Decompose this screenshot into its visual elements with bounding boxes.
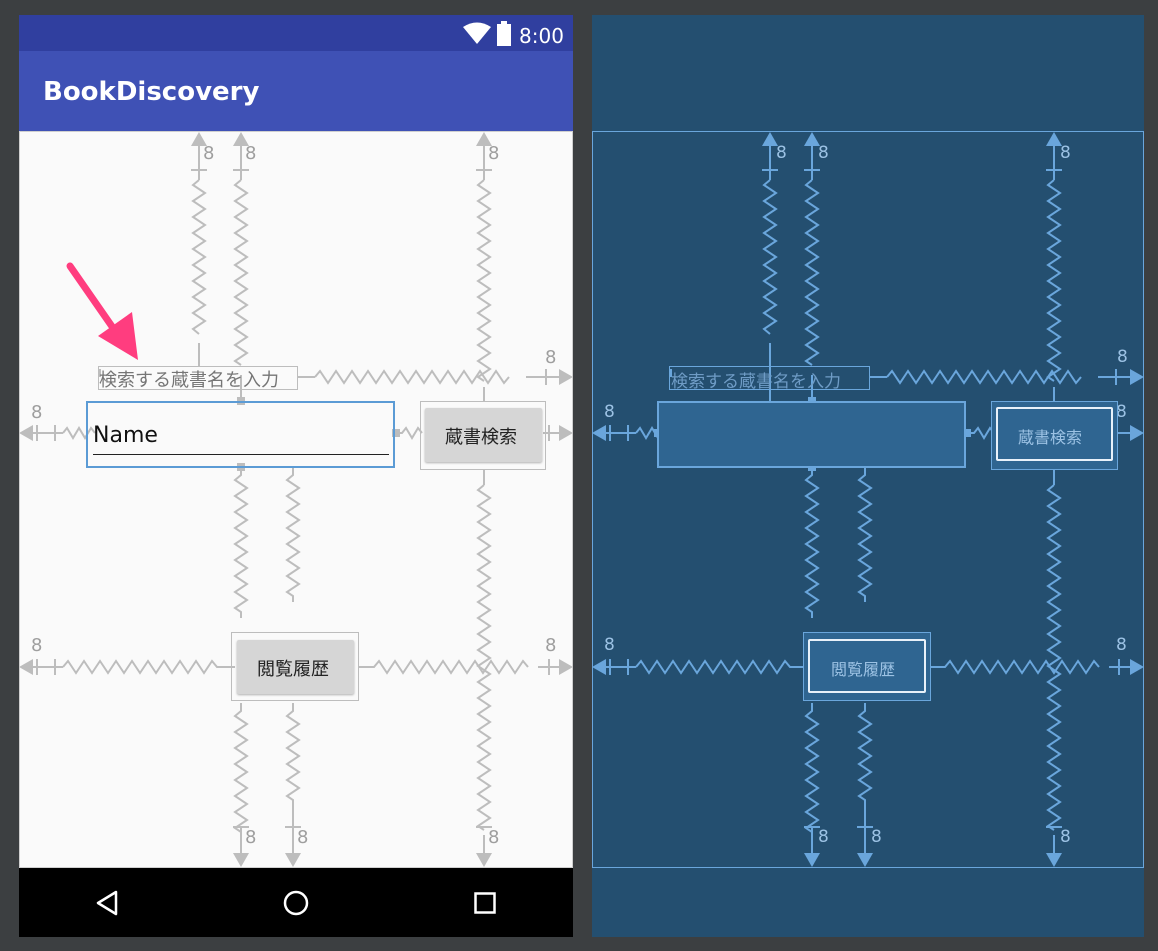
back-icon[interactable] (95, 890, 119, 916)
margin-label: 8 (871, 827, 882, 847)
home-icon[interactable] (283, 890, 309, 916)
margin-label: 8 (297, 827, 309, 848)
margin-label: 8 (604, 635, 615, 655)
name-input-value: Name (93, 423, 158, 448)
margin-label: 8 (818, 827, 829, 847)
search-book-button-label: 蔵書検索 (445, 427, 517, 448)
blueprint-search-hint-text: 検索する蔵書名を入力 (671, 372, 841, 392)
design-preview-panel: 8:00 BookDiscovery 8 8 8 8 8 8 8 8 8 8 検… (19, 15, 573, 937)
margin-label: 8 (203, 143, 215, 164)
margin-label: 8 (604, 402, 615, 422)
search-hint-text: 検索する蔵書名を入力 (99, 370, 279, 391)
name-edittext[interactable]: Name (86, 401, 395, 468)
blueprint-search-book-button-label: 蔵書検索 (1018, 428, 1083, 447)
margin-label: 8 (776, 143, 787, 163)
blueprint-panel: 8 8 8 8 8 8 8 8 8 8 8 検索する蔵書名を入力 蔵書検索 閲覧… (592, 15, 1144, 937)
margin-label: 8 (545, 635, 557, 656)
search-book-button[interactable]: 蔵書検索 (425, 408, 542, 462)
blueprint-history-button-label: 閲覧履歴 (831, 660, 896, 679)
history-button[interactable]: 閲覧履歴 (237, 640, 354, 694)
margin-label: 8 (1060, 827, 1071, 847)
margin-label: 8 (245, 143, 257, 164)
margin-label: 8 (488, 827, 500, 848)
margin-label: 8 (545, 347, 557, 368)
margin-label: 8 (1116, 635, 1127, 655)
margin-label: 8 (488, 143, 500, 164)
margin-label: 8 (818, 143, 829, 163)
navigation-bar (19, 868, 573, 937)
margin-label: 8 (245, 827, 257, 848)
recents-icon[interactable] (474, 892, 496, 914)
annotation-arrow-icon (66, 262, 138, 360)
margin-label: 8 (1060, 143, 1071, 163)
history-button-label: 閲覧履歴 (257, 659, 329, 680)
blueprint-search-book-button[interactable]: 蔵書検索 (996, 407, 1113, 461)
margin-label: 8 (31, 402, 43, 423)
margin-label: 8 (31, 635, 43, 656)
blueprint-name-edittext[interactable] (657, 401, 966, 468)
input-underline (93, 454, 389, 455)
blueprint-history-button[interactable]: 閲覧履歴 (808, 639, 926, 693)
margin-label: 8 (1117, 347, 1128, 367)
